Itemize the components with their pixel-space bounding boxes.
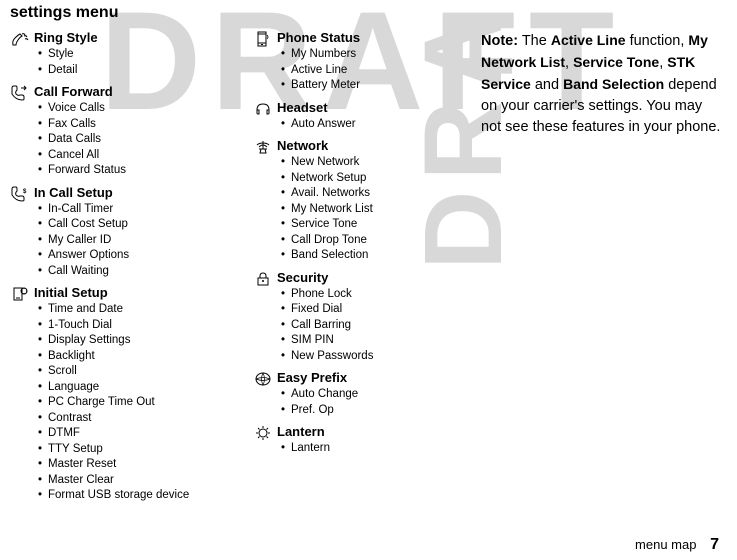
svg-text:$: $ bbox=[23, 189, 27, 195]
note-text: Note: The Active Line function, My Netwo… bbox=[481, 30, 721, 138]
page-footer: menu map 7 bbox=[635, 536, 719, 554]
list-item: Format USB storage device bbox=[38, 488, 235, 504]
list-item: Detail bbox=[38, 63, 235, 79]
column-3: Note: The Active Line function, My Netwo… bbox=[481, 30, 721, 510]
list-item: Fax Calls bbox=[38, 117, 235, 133]
list-item: Display Settings bbox=[38, 333, 235, 349]
page-number: 7 bbox=[710, 536, 719, 553]
note-term: Service Tone bbox=[573, 54, 659, 70]
list-item: My Network List bbox=[281, 202, 463, 218]
list-item: Forward Status bbox=[38, 163, 235, 179]
column-2: Phone Status My Numbers Active Line Batt… bbox=[253, 30, 463, 510]
list-item: Voice Calls bbox=[38, 101, 235, 117]
list-item: Master Reset bbox=[38, 457, 235, 473]
list-item: In-Call Timer bbox=[38, 202, 235, 218]
list-item: Avail. Networks bbox=[281, 186, 463, 202]
list-item: Network Setup bbox=[281, 171, 463, 187]
list-item: My Numbers bbox=[281, 47, 463, 63]
list-item: New Passwords bbox=[281, 349, 463, 365]
column-1: Ring Style Style Detail Call Forward Voi… bbox=[10, 30, 235, 510]
section-initial-setup: Initial Setup Time and Date 1-Touch Dial… bbox=[10, 285, 235, 504]
list-item: Phone Lock bbox=[281, 287, 463, 303]
list-item: Lantern bbox=[281, 441, 463, 457]
list-item: Fixed Dial bbox=[281, 302, 463, 318]
list-item: SIM PIN bbox=[281, 333, 463, 349]
list-item: Master Clear bbox=[38, 473, 235, 489]
list-item: Language bbox=[38, 380, 235, 396]
section-ring-style: Ring Style Style Detail bbox=[10, 30, 235, 78]
section-title: Phone Status bbox=[277, 30, 463, 45]
list-item: Pref. Op bbox=[281, 403, 463, 419]
section-title: Headset bbox=[277, 100, 463, 115]
list-item: Service Tone bbox=[281, 217, 463, 233]
list-item: Band Selection bbox=[281, 248, 463, 264]
list-item: 1-Touch Dial bbox=[38, 318, 235, 334]
page-title: settings menu bbox=[10, 4, 727, 22]
section-phone-status: Phone Status My Numbers Active Line Batt… bbox=[253, 30, 463, 94]
list-item: Call Drop Tone bbox=[281, 233, 463, 249]
list-item: Answer Options bbox=[38, 248, 235, 264]
section-headset: Headset Auto Answer bbox=[253, 100, 463, 133]
list-item: PC Charge Time Out bbox=[38, 395, 235, 411]
list-item: DTMF bbox=[38, 426, 235, 442]
list-item: My Caller ID bbox=[38, 233, 235, 249]
list-item: Call Waiting bbox=[38, 264, 235, 280]
security-icon bbox=[253, 271, 273, 287]
section-easy-prefix: Easy Prefix Auto Change Pref. Op bbox=[253, 370, 463, 418]
section-title: Lantern bbox=[277, 424, 463, 439]
footer-label: menu map bbox=[635, 537, 696, 552]
list-item: New Network bbox=[281, 155, 463, 171]
section-in-call-setup: $ In Call Setup In-Call Timer Call Cost … bbox=[10, 185, 235, 280]
ring-style-icon bbox=[10, 31, 30, 47]
note-sep: , bbox=[565, 55, 573, 71]
note-pre: The bbox=[518, 33, 551, 49]
initial-setup-icon bbox=[10, 286, 30, 302]
note-term: Band Selection bbox=[563, 76, 664, 92]
note-term: Active Line bbox=[551, 32, 626, 48]
list-item: Style bbox=[38, 47, 235, 63]
list-item: Data Calls bbox=[38, 132, 235, 148]
section-security: Security Phone Lock Fixed Dial Call Barr… bbox=[253, 270, 463, 365]
list-item: Auto Answer bbox=[281, 117, 463, 133]
list-item: Call Cost Setup bbox=[38, 217, 235, 233]
note-and: and bbox=[531, 77, 563, 93]
section-lantern: Lantern Lantern bbox=[253, 424, 463, 457]
list-item: Active Line bbox=[281, 63, 463, 79]
in-call-setup-icon: $ bbox=[10, 186, 30, 202]
network-icon bbox=[253, 139, 273, 155]
list-item: Time and Date bbox=[38, 302, 235, 318]
note-label: Note: bbox=[481, 33, 518, 49]
section-call-forward: Call Forward Voice Calls Fax Calls Data … bbox=[10, 84, 235, 179]
section-title: Network bbox=[277, 138, 463, 153]
section-title: Security bbox=[277, 270, 463, 285]
section-title: In Call Setup bbox=[34, 185, 235, 200]
section-network: Network New Network Network Setup Avail.… bbox=[253, 138, 463, 264]
section-title: Call Forward bbox=[34, 84, 235, 99]
section-title: Easy Prefix bbox=[277, 370, 463, 385]
lantern-icon bbox=[253, 425, 273, 441]
list-item: Battery Meter bbox=[281, 78, 463, 94]
call-forward-icon bbox=[10, 85, 30, 101]
list-item: Cancel All bbox=[38, 148, 235, 164]
section-title: Ring Style bbox=[34, 30, 235, 45]
list-item: Backlight bbox=[38, 349, 235, 365]
list-item: Call Barring bbox=[281, 318, 463, 334]
list-item: Auto Change bbox=[281, 387, 463, 403]
easy-prefix-icon bbox=[253, 371, 273, 387]
section-title: Initial Setup bbox=[34, 285, 235, 300]
list-item: Contrast bbox=[38, 411, 235, 427]
phone-status-icon bbox=[253, 31, 273, 47]
list-item: TTY Setup bbox=[38, 442, 235, 458]
list-item: Scroll bbox=[38, 364, 235, 380]
note-join: function, bbox=[626, 33, 689, 49]
headset-icon bbox=[253, 101, 273, 117]
